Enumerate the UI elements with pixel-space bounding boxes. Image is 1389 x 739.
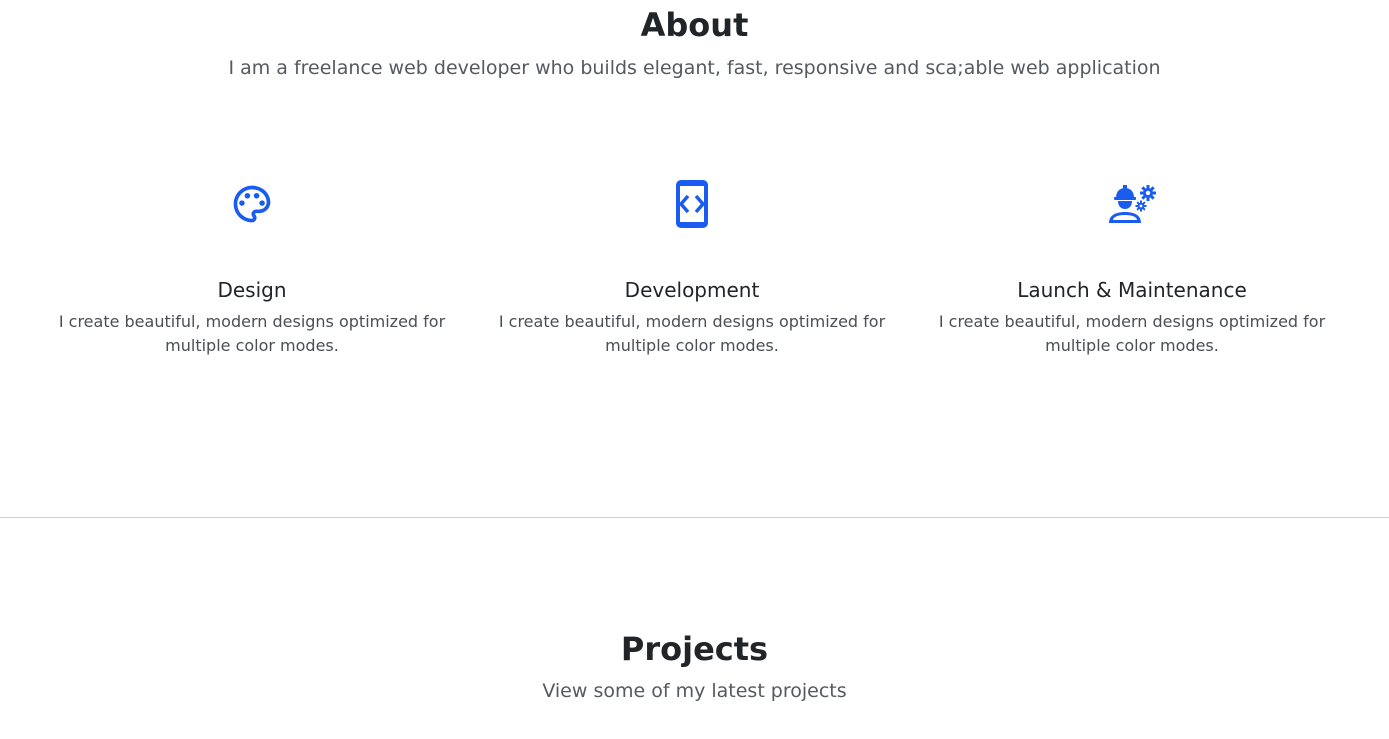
- code-device-icon: [666, 178, 718, 230]
- service-description: I create beautiful, modern designs optim…: [58, 312, 446, 355]
- services-list: Design I create beautiful, modern design…: [32, 178, 1352, 358]
- service-description: I create beautiful, modern designs optim…: [938, 312, 1326, 355]
- about-subtitle: I am a freelance web developer who build…: [228, 57, 1161, 79]
- service-title: Development: [624, 278, 760, 302]
- service-description: I create beautiful, modern designs optim…: [498, 312, 886, 355]
- service-title: Launch & Maintenance: [1017, 278, 1247, 302]
- engineer-gears-icon: [1106, 178, 1158, 230]
- service-launch-maintenance: Launch & Maintenance I create beautiful,…: [912, 178, 1352, 358]
- section-divider: [0, 517, 1389, 518]
- service-title: Design: [217, 278, 287, 302]
- service-design: Design I create beautiful, modern design…: [32, 178, 472, 358]
- about-title: About: [640, 6, 749, 44]
- projects-subtitle: View some of my latest projects: [542, 680, 847, 702]
- page: About I am a freelance web developer who…: [0, 0, 1389, 739]
- service-development: Development I create beautiful, modern d…: [472, 178, 912, 358]
- projects-title: Projects: [620, 630, 769, 668]
- palette-icon: [226, 178, 278, 230]
